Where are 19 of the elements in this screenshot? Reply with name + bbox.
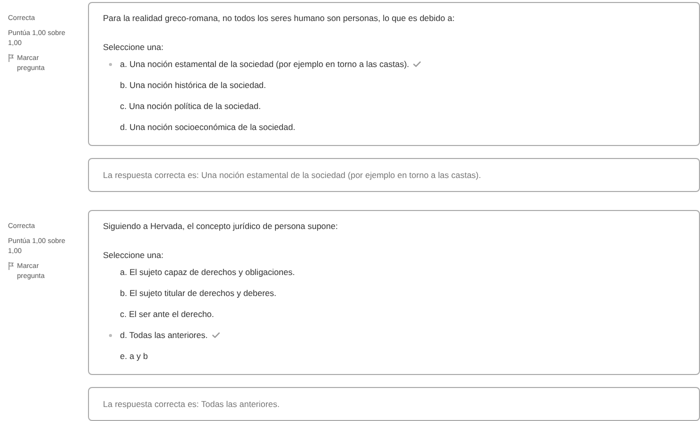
prompt-text: Seleccione una: xyxy=(103,41,164,53)
feedback-text: La respuesta correcta es: Todas las anteriores. xyxy=(103,398,281,410)
radio-selected[interactable] xyxy=(109,62,112,66)
option-text[interactable]: a. Una noción estamental de la sociedad (por ejemplo en torno a las castas). xyxy=(120,58,410,70)
flag-icon[interactable] xyxy=(8,262,14,270)
question-text: Siguiendo a Hervada, el concepto jurídico de persona supone: xyxy=(103,220,339,232)
flag-icon[interactable] xyxy=(8,54,14,62)
radio-selected[interactable] xyxy=(109,334,112,336)
option-text[interactable]: d. Una noción socioeconómica de la sociedad. xyxy=(120,121,296,133)
option-text[interactable]: a. El sujeto capaz de derechos y obligaciones. xyxy=(120,266,295,278)
option-text[interactable]: c. El ser ante el derecho. xyxy=(120,308,214,320)
option-text[interactable]: c. Una noción política de la sociedad. xyxy=(120,100,261,112)
option-text[interactable]: d. Todas las anteriores. xyxy=(120,329,208,341)
question-text: Para la realidad greco-romana, no todos los seres humano son personas, lo que es debido a: xyxy=(103,12,456,24)
feedback-text: La respuesta correcta es: Una noción estamental de la sociedad (por ejemplo en torno a las castas). xyxy=(103,169,482,181)
prompt-text: Seleccione una: xyxy=(103,249,164,261)
option-text[interactable]: b. Una noción histórica de la sociedad. xyxy=(120,79,266,91)
option-text[interactable]: b. El sujeto titular de derechos y deberes. xyxy=(120,287,276,299)
option-text[interactable]: e. a y b xyxy=(120,350,148,362)
